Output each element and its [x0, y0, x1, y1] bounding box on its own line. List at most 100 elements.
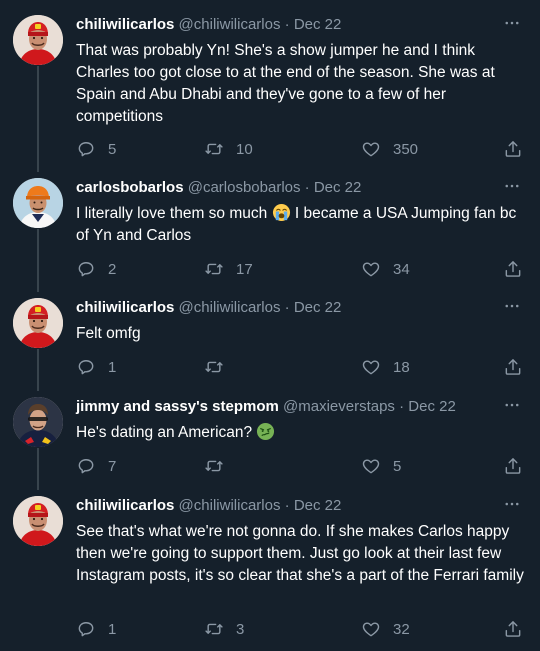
reply-icon: [76, 619, 96, 639]
retweet-button[interactable]: [204, 455, 236, 477]
like-button[interactable]: 34: [361, 258, 410, 280]
more-icon: [503, 177, 521, 195]
retweet-icon: [204, 357, 224, 377]
tweet-actions: 1 3 32: [76, 618, 528, 640]
reply-button[interactable]: 1: [76, 356, 116, 378]
user-handle[interactable]: @carlosbobarlos: [188, 179, 301, 196]
retweet-count: 17: [236, 260, 253, 278]
separator: ·: [280, 16, 294, 33]
timestamp[interactable]: Dec 22: [314, 179, 362, 196]
tweet-text-part: I literally love them so much: [76, 205, 272, 222]
share-icon: [503, 139, 523, 159]
retweet-button[interactable]: 3: [204, 618, 244, 640]
tweet-text-part: He's dating an American?: [76, 424, 257, 441]
heart-icon: [361, 619, 381, 639]
more-options-button[interactable]: [496, 176, 528, 196]
timestamp[interactable]: Dec 22: [294, 497, 342, 514]
tweet-text: He's dating an American?: [76, 422, 528, 444]
nauseated-face-emoji-icon: [257, 422, 275, 441]
avatar[interactable]: [13, 496, 63, 546]
avatar[interactable]: [13, 178, 63, 228]
like-count: 32: [393, 620, 410, 638]
more-options-button[interactable]: [496, 296, 528, 316]
tweet-actions: 7 5: [76, 455, 528, 477]
reply-count: 5: [108, 140, 117, 158]
separator: ·: [394, 398, 409, 415]
reply-button[interactable]: 2: [76, 258, 116, 280]
heart-icon: [361, 456, 381, 476]
reply-button[interactable]: 1: [76, 618, 116, 640]
retweet-icon: [204, 456, 224, 476]
display-name[interactable]: chiliwilicarlos: [76, 299, 174, 316]
user-handle[interactable]: @chiliwilicarlos: [179, 497, 281, 514]
like-button[interactable]: 350: [361, 138, 418, 160]
timestamp[interactable]: Dec 22: [294, 299, 342, 316]
avatar[interactable]: [13, 397, 63, 447]
tweet-text: See that's what we're not gonna do. If s…: [76, 523, 524, 584]
thread-line: [37, 349, 39, 391]
timestamp[interactable]: Dec 22: [294, 16, 342, 33]
more-options-button[interactable]: [496, 13, 528, 33]
more-options-button[interactable]: [496, 395, 528, 415]
tweet-actions: 2 17 34: [76, 258, 528, 280]
like-count: 34: [393, 260, 410, 278]
reply-icon: [76, 139, 96, 159]
ferrari-driver-avatar-icon: [13, 496, 63, 546]
user-handle[interactable]: @chiliwilicarlos: [179, 299, 281, 316]
like-count: 350: [393, 140, 419, 158]
retweet-icon: [204, 259, 224, 279]
redbull-driver-avatar-icon: [13, 397, 63, 447]
reply-count: 1: [108, 358, 117, 376]
retweet-count: 10: [236, 140, 253, 158]
ferrari-driver-avatar-icon: [13, 15, 63, 65]
tweet-header: carlosbobarlos @carlosbobarlos · Dec 22: [76, 178, 361, 198]
retweet-button[interactable]: [204, 356, 236, 378]
reply-count: 1: [108, 620, 117, 638]
thread-line: [37, 66, 39, 172]
share-button[interactable]: [503, 618, 523, 640]
reply-icon: [76, 259, 96, 279]
timestamp[interactable]: Dec 22: [408, 398, 456, 415]
share-button[interactable]: [503, 258, 523, 280]
heart-icon: [361, 139, 381, 159]
share-icon: [503, 357, 523, 377]
ferrari-driver-avatar-icon: [13, 298, 63, 348]
tweet-text: Felt omfg: [76, 325, 141, 342]
reply-count: 2: [108, 260, 117, 278]
loudly-crying-face-emoji-icon: [272, 203, 290, 222]
heart-icon: [361, 259, 381, 279]
tweet-actions: 5 10 350: [76, 138, 528, 160]
reply-count: 7: [108, 457, 117, 475]
separator: ·: [280, 497, 294, 514]
retweet-button[interactable]: 10: [204, 138, 253, 160]
separator: ·: [300, 179, 314, 196]
display-name[interactable]: chiliwilicarlos: [76, 497, 174, 514]
more-options-button[interactable]: [496, 494, 528, 514]
tweet-header: chiliwilicarlos @chiliwilicarlos · Dec 2…: [76, 496, 341, 516]
avatar[interactable]: [13, 298, 63, 348]
like-button[interactable]: 18: [361, 356, 410, 378]
thread-line: [37, 229, 39, 292]
like-button[interactable]: 5: [361, 455, 401, 477]
more-icon: [503, 495, 521, 513]
display-name[interactable]: carlosbobarlos: [76, 179, 184, 196]
share-button[interactable]: [503, 455, 523, 477]
retweet-count: 3: [236, 620, 245, 638]
display-name[interactable]: jimmy and sassy's stepmom: [76, 398, 279, 415]
user-handle[interactable]: @chiliwilicarlos: [179, 16, 281, 33]
tweet-header: chiliwilicarlos @chiliwilicarlos · Dec 2…: [76, 298, 341, 318]
share-button[interactable]: [503, 138, 523, 160]
share-button[interactable]: [503, 356, 523, 378]
share-icon: [503, 259, 523, 279]
like-count: 5: [393, 457, 402, 475]
like-button[interactable]: 32: [361, 618, 410, 640]
more-icon: [503, 396, 521, 414]
display-name[interactable]: chiliwilicarlos: [76, 16, 174, 33]
avatar[interactable]: [13, 15, 63, 65]
reply-button[interactable]: 5: [76, 138, 116, 160]
tweet-actions: 1 18: [76, 356, 528, 378]
tweet-header: jimmy and sassy's stepmom @maxieverstaps…: [76, 397, 456, 417]
reply-button[interactable]: 7: [76, 455, 116, 477]
user-handle[interactable]: @maxieverstaps: [283, 398, 395, 415]
retweet-button[interactable]: 17: [204, 258, 253, 280]
